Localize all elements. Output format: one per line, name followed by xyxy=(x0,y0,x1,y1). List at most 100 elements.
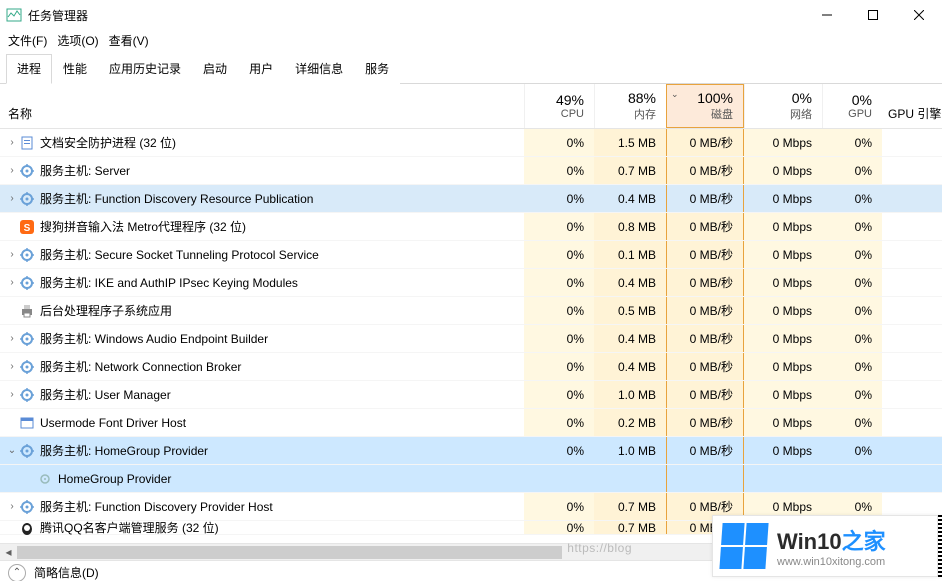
expand-toggle-icon[interactable]: › xyxy=(0,193,18,204)
cell-gpu-engine xyxy=(882,297,942,324)
column-header-network[interactable]: 0% 网络 xyxy=(744,84,822,128)
expand-toggle-icon[interactable]: › xyxy=(0,361,18,372)
process-list-panel: 名称 49% CPU 88% 内存 ⌄ 100% 磁盘 0% 网络 0% GPU… xyxy=(0,84,942,560)
cell-mem xyxy=(594,465,666,492)
cell-mem: 1.5 MB xyxy=(594,129,666,156)
watermark-text: https://blog xyxy=(567,541,632,555)
minimize-button[interactable] xyxy=(804,0,850,30)
process-row[interactable]: 后台处理程序子系统应用0%0.5 MB0 MB/秒0 Mbps0% xyxy=(0,297,942,325)
column-header-gpu[interactable]: 0% GPU xyxy=(822,84,882,128)
scroll-left-arrow-icon[interactable]: ◂ xyxy=(0,544,17,561)
cell-mem: 0.8 MB xyxy=(594,213,666,240)
cell-cpu: 0% xyxy=(524,325,594,352)
cell-cpu: 0% xyxy=(524,493,594,520)
cell-disk: 0 MB/秒 xyxy=(666,157,744,184)
svcchild-icon xyxy=(36,471,54,487)
maximize-button[interactable] xyxy=(850,0,896,30)
expand-toggle-icon[interactable]: › xyxy=(0,137,18,148)
cell-net xyxy=(744,465,822,492)
process-row[interactable]: Usermode Font Driver Host0%0.2 MB0 MB/秒0… xyxy=(0,409,942,437)
expand-toggle-icon[interactable]: › xyxy=(0,501,18,512)
menu-view[interactable]: 查看(V) xyxy=(109,32,149,49)
tab-0[interactable]: 进程 xyxy=(6,54,52,84)
column-header-name[interactable]: 名称 xyxy=(0,84,524,128)
process-row[interactable]: ›服务主机: IKE and AuthIP IPsec Keying Modul… xyxy=(0,269,942,297)
process-row[interactable]: ›服务主机: User Manager0%1.0 MB0 MB/秒0 Mbps0… xyxy=(0,381,942,409)
process-row[interactable]: › 服务主机: Secure Socket Tunneling Protocol … xyxy=(0,241,942,269)
process-row[interactable]: ›文档安全防护进程 (32 位)0%1.5 MB0 MB/秒0 Mbps0% xyxy=(0,129,942,157)
window-title: 任务管理器 xyxy=(28,7,804,24)
menu-options[interactable]: 选项(O) xyxy=(57,32,98,49)
cell-net: 0 Mbps xyxy=(744,241,822,268)
process-name: 服务主机: Windows Audio Endpoint Builder xyxy=(36,330,524,347)
cell-gpu-engine xyxy=(882,185,942,212)
process-name: Usermode Font Driver Host xyxy=(36,416,524,430)
process-row[interactable]: HomeGroup Provider xyxy=(0,465,942,493)
expand-toggle-icon[interactable]: › xyxy=(0,389,18,400)
cell-gpu-engine xyxy=(882,381,942,408)
expand-toggle-icon[interactable]: › xyxy=(0,165,18,176)
tab-6[interactable]: 服务 xyxy=(354,54,400,84)
service-icon xyxy=(18,443,36,459)
process-row[interactable]: ›服务主机: Network Connection Broker0%0.4 MB… xyxy=(0,353,942,381)
cell-mem: 0.7 MB xyxy=(594,493,666,520)
column-header-cpu[interactable]: 49% CPU xyxy=(524,84,594,128)
cpu-usage-header: 49% xyxy=(529,92,584,108)
close-button[interactable] xyxy=(896,0,942,30)
process-name: 后台处理程序子系统应用 xyxy=(36,302,524,319)
cell-gpu: 0% xyxy=(822,297,882,324)
sort-indicator-icon: ⌄ xyxy=(671,89,679,100)
cell-gpu-engine xyxy=(882,409,942,436)
cell-net: 0 Mbps xyxy=(744,381,822,408)
net-label: 网络 xyxy=(749,106,812,122)
collapse-details-icon[interactable]: ⌃ xyxy=(8,564,26,581)
cell-cpu: 0% xyxy=(524,213,594,240)
cell-gpu: 0% xyxy=(822,269,882,296)
expand-toggle-icon[interactable]: › xyxy=(0,277,18,288)
tab-3[interactable]: 启动 xyxy=(192,54,238,84)
process-row[interactable]: › 服务主机: Windows Audio Endpoint Builder0%0… xyxy=(0,325,942,353)
process-name: 服务主机: Function Discovery Provider Host xyxy=(36,498,524,515)
cell-mem: 1.0 MB xyxy=(594,381,666,408)
cell-cpu: 0% xyxy=(524,185,594,212)
cell-gpu-engine xyxy=(882,241,942,268)
expand-toggle-icon[interactable]: › xyxy=(0,249,18,260)
tab-1[interactable]: 性能 xyxy=(52,54,98,84)
cell-gpu: 0% xyxy=(822,129,882,156)
cell-mem: 0.4 MB xyxy=(594,325,666,352)
menu-file[interactable]: 文件(F) xyxy=(8,32,47,49)
cell-mem: 0.1 MB xyxy=(594,241,666,268)
process-row[interactable]: S搜狗拼音输入法 Metro代理程序 (32 位)0%0.8 MB0 MB/秒0… xyxy=(0,213,942,241)
tab-4[interactable]: 用户 xyxy=(238,54,284,84)
column-header-gpu-engine[interactable]: GPU 引擎 xyxy=(882,84,942,128)
cell-gpu-engine xyxy=(882,353,942,380)
service-icon xyxy=(18,247,36,263)
tab-strip: 进程性能应用历史记录启动用户详细信息服务 xyxy=(0,53,942,84)
column-header-disk[interactable]: ⌄ 100% 磁盘 xyxy=(666,84,744,128)
expand-toggle-icon[interactable]: ⌄ xyxy=(0,445,18,456)
menubar: 文件(F) 选项(O) 查看(V) xyxy=(0,30,942,53)
gpu-label: GPU xyxy=(827,108,872,120)
cell-net: 0 Mbps xyxy=(744,185,822,212)
tab-5[interactable]: 详细信息 xyxy=(284,54,354,84)
cell-gpu-engine xyxy=(882,213,942,240)
process-name: 服务主机: Secure Socket Tunneling Protocol S… xyxy=(36,246,524,263)
cell-gpu-engine xyxy=(882,437,942,464)
process-row[interactable]: ⌄服务主机: HomeGroup Provider0%1.0 MB0 MB/秒0… xyxy=(0,437,942,465)
scrollbar-thumb[interactable] xyxy=(17,546,562,559)
process-name: 腾讯QQ名客户端管理服务 (32 位) xyxy=(36,519,524,536)
process-row[interactable]: ›服务主机: Function Discovery Resource Publi… xyxy=(0,185,942,213)
cell-gpu: 0% xyxy=(822,157,882,184)
site-logo-overlay: Win10之家 www.win10xitong.com xyxy=(712,515,938,577)
service-icon xyxy=(18,387,36,403)
process-rows: ›文档安全防护进程 (32 位)0%1.5 MB0 MB/秒0 Mbps0%›服… xyxy=(0,129,942,543)
column-header-memory[interactable]: 88% 内存 xyxy=(594,84,666,128)
brief-info-link[interactable]: 简略信息(D) xyxy=(34,564,99,581)
process-row[interactable]: ›服务主机: Server0%0.7 MB0 MB/秒0 Mbps0% xyxy=(0,157,942,185)
printer-icon xyxy=(18,303,36,319)
cell-cpu: 0% xyxy=(524,269,594,296)
cell-gpu: 0% xyxy=(822,353,882,380)
tab-2[interactable]: 应用历史记录 xyxy=(98,54,192,84)
expand-toggle-icon[interactable]: › xyxy=(0,333,18,344)
cell-net: 0 Mbps xyxy=(744,213,822,240)
